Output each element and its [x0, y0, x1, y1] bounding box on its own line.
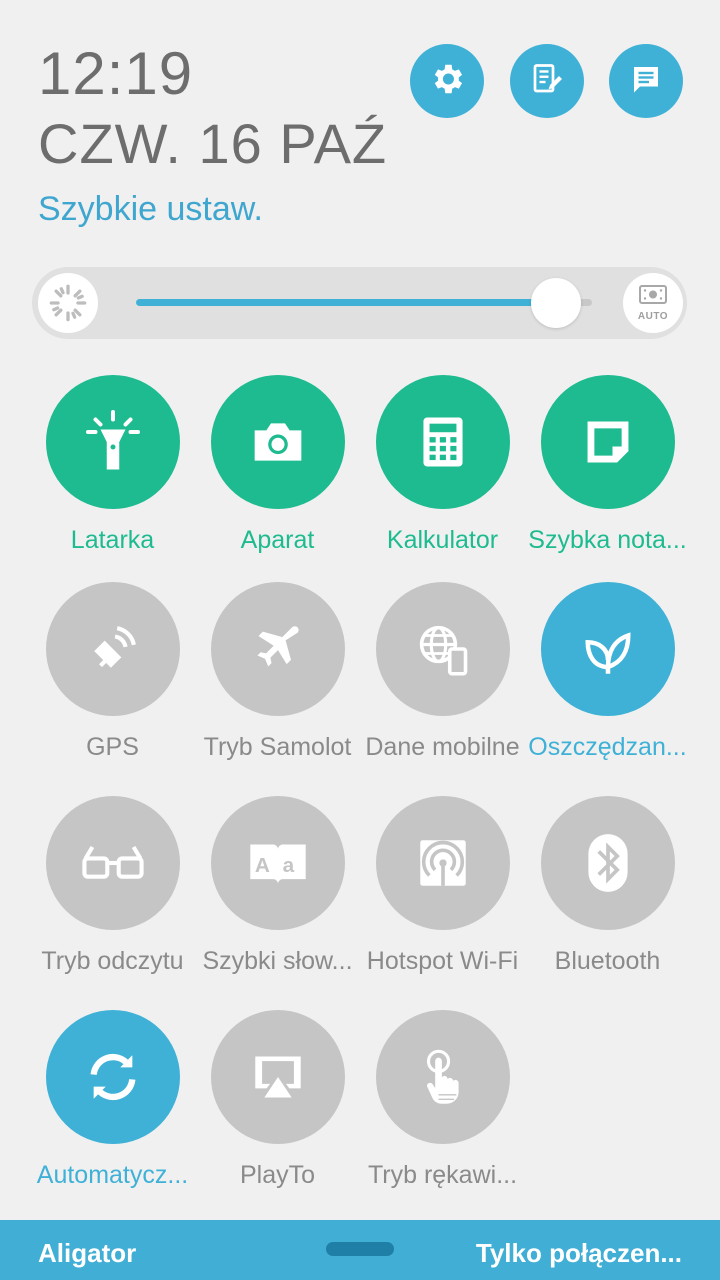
mobile-data-icon: [416, 622, 470, 676]
carrier-name: Aligator: [38, 1238, 137, 1268]
notifications-list-icon: [628, 61, 664, 102]
tile-camera[interactable]: Aparat: [195, 375, 360, 557]
calculator-icon: [421, 415, 465, 469]
brightness-slider-thumb[interactable]: [530, 278, 581, 328]
tile-gps-satellite-button[interactable]: [45, 582, 180, 716]
dictionary-book-icon: Aa: [248, 839, 308, 887]
tile-label: Hotspot Wi-Fi: [366, 947, 519, 975]
tile-quick-note[interactable]: Szybka nota...: [525, 375, 690, 557]
reading-glasses-icon: [81, 841, 145, 885]
tile-sync-button[interactable]: [45, 1010, 180, 1144]
tile-bluetooth[interactable]: Bluetooth: [525, 796, 690, 978]
tile-dictionary-book[interactable]: Aa Szybki słow...: [195, 796, 360, 978]
quick-settings-title: Szybkie ustaw.: [38, 190, 263, 228]
tile-leaf[interactable]: Oszczędzan...: [525, 582, 690, 764]
tile-label: Tryb rękawi...: [367, 1161, 518, 1189]
edit-list-icon: [529, 61, 565, 102]
tile-bluetooth-button[interactable]: [540, 796, 675, 930]
auto-brightness-icon: [638, 284, 668, 310]
leaf-icon: [581, 622, 635, 676]
tile-mobile-data-button[interactable]: [375, 582, 510, 716]
tile-glove-touch-button[interactable]: [375, 1010, 510, 1144]
tile-camera-button[interactable]: [210, 375, 345, 509]
glove-touch-icon: [420, 1048, 466, 1106]
auto-brightness-label: AUTO: [637, 310, 669, 322]
tile-label: PlayTo: [239, 1161, 316, 1189]
airplane-icon: [252, 623, 304, 675]
tile-label: Kalkulator: [386, 526, 499, 554]
tile-sync[interactable]: Automatycz...: [30, 1010, 195, 1192]
notifications-button[interactable]: [609, 44, 683, 118]
settings-button[interactable]: [410, 44, 484, 118]
tile-label: Automatycz...: [36, 1161, 189, 1189]
tile-label: Bluetooth: [554, 947, 661, 975]
tile-label: Oszczędzan...: [528, 733, 687, 761]
tile-hotspot-button[interactable]: [375, 796, 510, 930]
tile-label: Szybki słow...: [202, 947, 353, 975]
date-label: CZW. 16 PAŹ: [38, 112, 388, 175]
svg-text:a: a: [282, 854, 294, 877]
gps-satellite-icon: [88, 624, 138, 674]
tile-quick-note-button[interactable]: [540, 375, 675, 509]
camera-icon: [250, 418, 306, 466]
tile-calculator-button[interactable]: [375, 375, 510, 509]
clock-time: 12:19: [38, 40, 194, 107]
playto-icon: [250, 1052, 306, 1102]
tile-label: Aparat: [240, 526, 315, 554]
quick-note-icon: [583, 417, 633, 467]
tile-mobile-data[interactable]: Dane mobilne: [360, 582, 525, 764]
sync-icon: [84, 1048, 142, 1106]
tile-label: Tryb odczytu: [41, 947, 184, 975]
auto-brightness-button[interactable]: AUTO: [623, 273, 683, 333]
tile-airplane[interactable]: Tryb Samolot: [195, 582, 360, 764]
tile-playto-button[interactable]: [210, 1010, 345, 1144]
network-status: Tylko połączen...: [475, 1238, 682, 1268]
tile-label: Tryb Samolot: [203, 733, 352, 761]
svg-text:A: A: [254, 854, 269, 877]
tile-airplane-button[interactable]: [210, 582, 345, 716]
tile-label: GPS: [86, 733, 139, 761]
brightness-slider-fill: [136, 299, 556, 306]
tile-label: Latarka: [70, 526, 155, 554]
settings-gear-icon: [428, 60, 466, 103]
brightness-icon: [38, 273, 98, 333]
tile-label: Szybka nota...: [528, 526, 687, 554]
tile-reading-glasses-button[interactable]: [45, 796, 180, 930]
tile-hotspot[interactable]: Hotspot Wi-Fi: [360, 796, 525, 978]
tile-playto[interactable]: PlayTo: [195, 1010, 360, 1192]
tile-gps-satellite[interactable]: GPS: [30, 582, 195, 764]
bluetooth-icon: [586, 833, 630, 893]
tile-flashlight[interactable]: Latarka: [30, 375, 195, 557]
tile-reading-glasses[interactable]: Tryb odczytu: [30, 796, 195, 978]
drag-handle[interactable]: [326, 1242, 394, 1256]
edit-tiles-button[interactable]: [510, 44, 584, 118]
tile-dictionary-book-button[interactable]: Aa: [210, 796, 345, 930]
tile-glove-touch[interactable]: Tryb rękawi...: [360, 1010, 525, 1192]
tile-leaf-button[interactable]: [540, 582, 675, 716]
tile-flashlight-button[interactable]: [45, 375, 180, 509]
tile-calculator[interactable]: Kalkulator: [360, 375, 525, 557]
tile-label: Dane mobilne: [365, 733, 520, 761]
flashlight-icon: [83, 409, 143, 475]
hotspot-icon: [418, 838, 468, 888]
